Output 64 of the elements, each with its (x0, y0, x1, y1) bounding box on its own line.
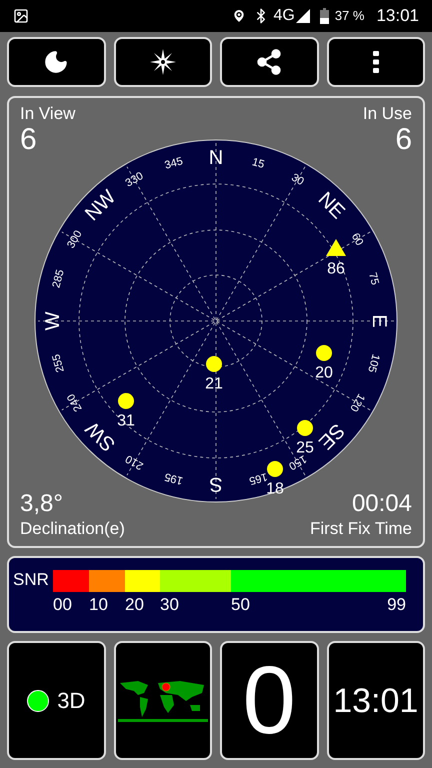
degree-label: 255 (50, 352, 67, 374)
in-view-label: In View (20, 104, 76, 124)
snr-tick-label: 50 (231, 595, 250, 615)
network-type: 4G (273, 6, 295, 26)
degree-label: 330 (124, 170, 146, 190)
degree-label: 195 (163, 470, 184, 487)
first-fix-time-value: 00:04 (352, 490, 412, 518)
compass-label: NW (81, 186, 120, 226)
compass-star-icon (150, 49, 176, 75)
degree-label: 285 (50, 268, 67, 290)
first-fix-time-label: First Fix Time (310, 518, 412, 540)
in-view-count: 6 (20, 124, 38, 156)
degree-label: 165 (248, 470, 269, 487)
compass-label: N (208, 147, 224, 169)
more-icon (372, 51, 379, 73)
compass-label: SE (314, 419, 348, 454)
satellite-label: 86 (327, 260, 345, 278)
battery-level: 37 % (334, 7, 364, 26)
degree-label: 30 (289, 172, 306, 188)
in-use-label: In Use (362, 104, 412, 124)
signal-icon (296, 9, 310, 23)
degree-label: 15 (250, 156, 266, 171)
night-mode-button[interactable] (7, 37, 106, 87)
compass-label: W (42, 312, 64, 330)
fix-status-label: 3D (57, 687, 86, 715)
clock: 13:01 (376, 5, 419, 28)
satellite-dot-icon (267, 461, 283, 477)
satellite-dot-icon (206, 356, 222, 372)
declination-label: Declination(e) (20, 518, 125, 540)
satellite-count: 0 (242, 650, 296, 750)
compass-button[interactable] (114, 37, 212, 87)
satellite-dot-icon (118, 393, 134, 409)
snr-tick-label: 30 (160, 595, 179, 615)
satellite-dot-icon (316, 345, 332, 361)
snr-tick-label: 00 (53, 595, 72, 615)
snr-tick-label: 99 (387, 595, 406, 615)
satellite-dot-icon (297, 420, 313, 436)
battery-icon (320, 8, 329, 24)
snr-tick-label: 20 (125, 595, 144, 615)
in-use-count: 6 (395, 124, 412, 156)
share-button[interactable] (220, 37, 318, 87)
degree-label: 210 (124, 452, 146, 472)
satellite-triangle-icon (326, 239, 346, 256)
more-button[interactable] (326, 37, 425, 87)
degree-label: 240 (65, 392, 85, 414)
moon-icon (43, 49, 70, 75)
degree-label: 60 (348, 231, 366, 248)
snr-tick-label: 10 (89, 595, 108, 615)
degree-label: 300 (65, 228, 85, 250)
snr-label: SNR (13, 570, 50, 591)
degree-label: 345 (163, 155, 184, 172)
share-icon (255, 48, 284, 76)
clock-display: 13:01 (333, 680, 418, 720)
satellite-label: 21 (205, 376, 223, 392)
image-icon (13, 8, 29, 24)
degree-label: 120 (347, 392, 367, 414)
compass-label: E (368, 314, 390, 328)
declination-value: 3,8° (20, 490, 64, 518)
satellite-label: 31 (117, 412, 135, 430)
compass-label: NE (314, 188, 349, 224)
compass-label: S (209, 473, 223, 495)
satellite-label: 20 (315, 364, 333, 382)
degree-label: 75 (366, 271, 381, 286)
degree-label: 105 (365, 352, 382, 374)
